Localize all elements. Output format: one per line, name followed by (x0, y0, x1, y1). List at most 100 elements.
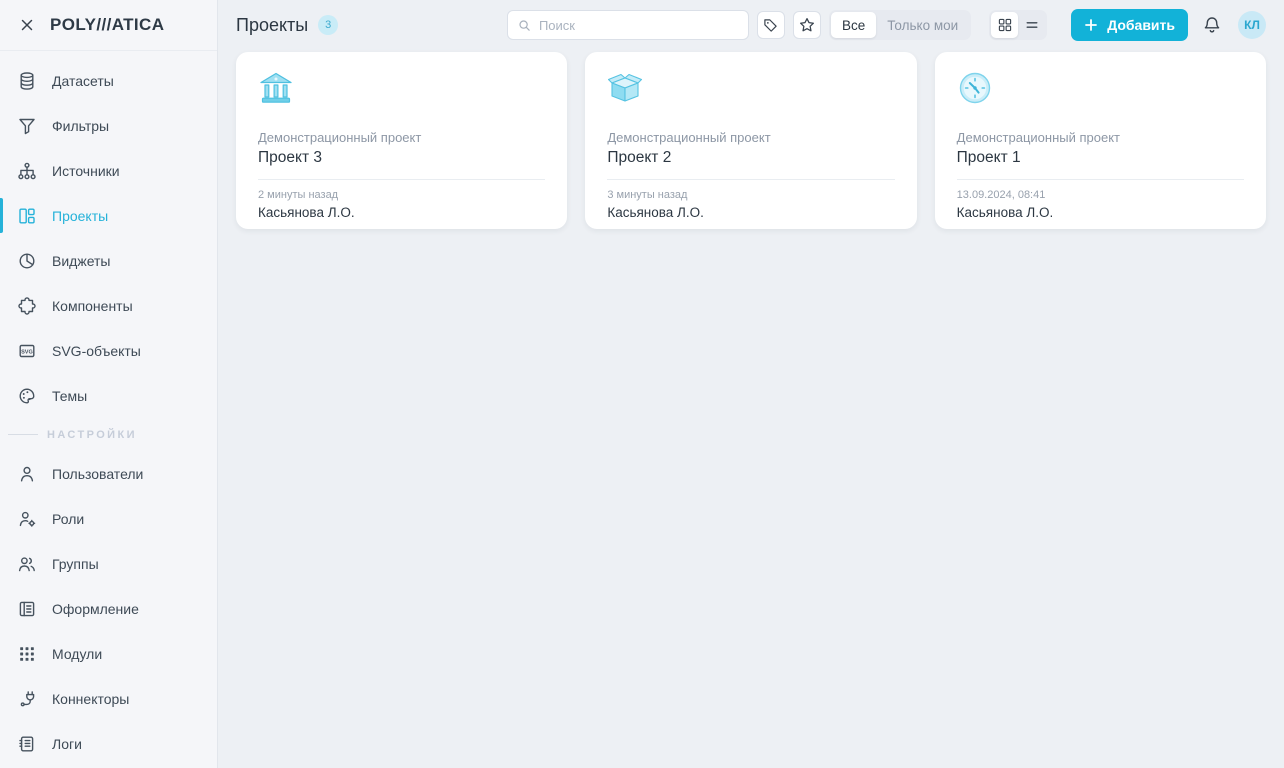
app-logo: POLY///ATICA (50, 15, 164, 35)
plus-icon (1084, 18, 1098, 32)
sidebar-item[interactable]: Логи (0, 721, 217, 766)
sidebar-item-label: Роли (52, 511, 84, 527)
sidebar-item[interactable]: Источники (0, 148, 217, 193)
project-author: Касьянова Л.О. (957, 205, 1244, 220)
sources-icon (17, 161, 37, 181)
sidebar-item-label: SVG-объекты (52, 343, 141, 359)
roles-icon (17, 509, 37, 529)
themes-icon (17, 386, 37, 406)
components-icon (17, 296, 37, 316)
project-cards: Демонстрационный проект Проект 3 2 минут… (236, 52, 1266, 229)
sidebar-item[interactable]: Коннекторы (0, 676, 217, 721)
svg-objects-icon: SVG (17, 341, 37, 361)
widgets-icon (17, 251, 37, 271)
main-area: Проекты 3 Все Только мо (218, 0, 1284, 768)
sidebar-item[interactable]: Пользователи (0, 451, 217, 496)
projects-content: Демонстрационный проект Проект 3 2 минут… (218, 50, 1284, 768)
filter-only-mine-button[interactable]: Только мои (876, 12, 969, 38)
appearance-icon (17, 599, 37, 619)
sidebar-item-label: Модули (52, 646, 102, 662)
project-subtitle: Демонстрационный проект (258, 130, 545, 145)
project-title: Проект 2 (607, 149, 894, 167)
project-subtitle: Демонстрационный проект (607, 130, 894, 145)
sidebar-item[interactable]: Модули (0, 631, 217, 676)
topbar: Проекты 3 Все Только мо (218, 0, 1284, 50)
project-modified-date: 13.09.2024, 08:41 (957, 189, 1244, 201)
sidebar-item-label: Коннекторы (52, 691, 129, 707)
notifications-bell-icon[interactable] (1202, 15, 1222, 35)
card-divider (607, 179, 894, 180)
svg-text:SVG: SVG (21, 349, 33, 355)
sidebar-item[interactable]: Роли (0, 496, 217, 541)
sidebar-section-settings: НАСТРОЙКИ (0, 418, 217, 451)
grid-view-button[interactable] (991, 12, 1018, 38)
tag-icon (762, 17, 779, 34)
close-sidebar-icon[interactable] (16, 14, 38, 36)
project-card[interactable]: Демонстрационный проект Проект 3 2 минут… (236, 52, 567, 229)
favorites-filter-button[interactable] (793, 11, 821, 39)
user-avatar[interactable]: КЛ (1238, 11, 1266, 39)
groups-icon (17, 554, 37, 574)
list-view-icon (1024, 17, 1040, 33)
grid-view-icon (997, 17, 1013, 33)
logs-icon (17, 734, 37, 754)
connectors-icon (17, 689, 37, 709)
sidebar-item-label: Логи (52, 736, 82, 752)
sidebar-item-label: Фильтры (52, 118, 109, 134)
sidebar-item[interactable]: Темы (0, 373, 217, 418)
project-author: Касьянова Л.О. (607, 205, 894, 220)
sidebar-nav: Датасеты Фильтры Источники Проекты (0, 51, 217, 418)
box-icon (607, 70, 643, 106)
search-box (507, 10, 749, 40)
sidebar-item-label: Компоненты (52, 298, 133, 314)
project-card[interactable]: Демонстрационный проект Проект 2 3 минут… (585, 52, 916, 229)
project-title: Проект 3 (258, 149, 545, 167)
datasets-icon (17, 71, 37, 91)
project-subtitle: Демонстрационный проект (957, 130, 1244, 145)
search-input[interactable] (539, 18, 739, 33)
sidebar-header: POLY///ATICA (0, 0, 217, 51)
tags-filter-button[interactable] (757, 11, 785, 39)
project-modified-date: 3 минуты назад (607, 189, 894, 201)
sidebar-item[interactable]: SVG SVG-объекты (0, 328, 217, 373)
filter-all-button[interactable]: Все (831, 12, 876, 38)
sidebar-item[interactable]: Компоненты (0, 283, 217, 328)
sidebar-item-label: Оформление (52, 601, 139, 617)
sidebar-item-label: Пользователи (52, 466, 143, 482)
users-icon (17, 464, 37, 484)
star-icon (798, 16, 816, 34)
ownership-filter: Все Только мои (829, 10, 971, 40)
sidebar-item[interactable]: Виджеты (0, 238, 217, 283)
search-icon (517, 18, 532, 33)
sidebar-item-label: Темы (52, 388, 87, 404)
sidebar-item[interactable]: Датасеты (0, 58, 217, 103)
sidebar: POLY///ATICA Датасеты Фильтры Источники (0, 0, 218, 768)
project-modified-date: 2 минуты назад (258, 189, 545, 201)
add-project-button[interactable]: Добавить (1071, 9, 1188, 41)
projects-icon (17, 206, 37, 226)
project-author: Касьянова Л.О. (258, 205, 545, 220)
filters-icon (17, 116, 37, 136)
sidebar-item-label: Виджеты (52, 253, 111, 269)
sidebar-item-label: Датасеты (52, 73, 114, 89)
add-button-label: Добавить (1107, 17, 1175, 33)
sidebar-item-label: Проекты (52, 208, 108, 224)
sidebar-item-label: Группы (52, 556, 99, 572)
card-divider (258, 179, 545, 180)
sidebar-item[interactable]: Оформление (0, 586, 217, 631)
view-toggle (989, 10, 1047, 40)
sidebar-item[interactable]: Фильтры (0, 103, 217, 148)
projects-count-badge: 3 (318, 15, 338, 35)
sidebar-settings-nav: Пользователи Роли Группы Оформление (0, 451, 217, 766)
project-card[interactable]: Демонстрационный проект Проект 1 13.09.2… (935, 52, 1266, 229)
sidebar-item[interactable]: Группы (0, 541, 217, 586)
sidebar-item-label: Источники (52, 163, 120, 179)
sidebar-item[interactable]: Проекты (0, 193, 217, 238)
page-title: Проекты (236, 15, 308, 36)
bank-icon (258, 70, 294, 106)
clock-icon (957, 70, 993, 106)
app-window: POLY///ATICA Датасеты Фильтры Источники (0, 0, 1284, 768)
card-divider (957, 179, 1244, 180)
list-view-button[interactable] (1018, 12, 1045, 38)
modules-icon (17, 644, 37, 664)
